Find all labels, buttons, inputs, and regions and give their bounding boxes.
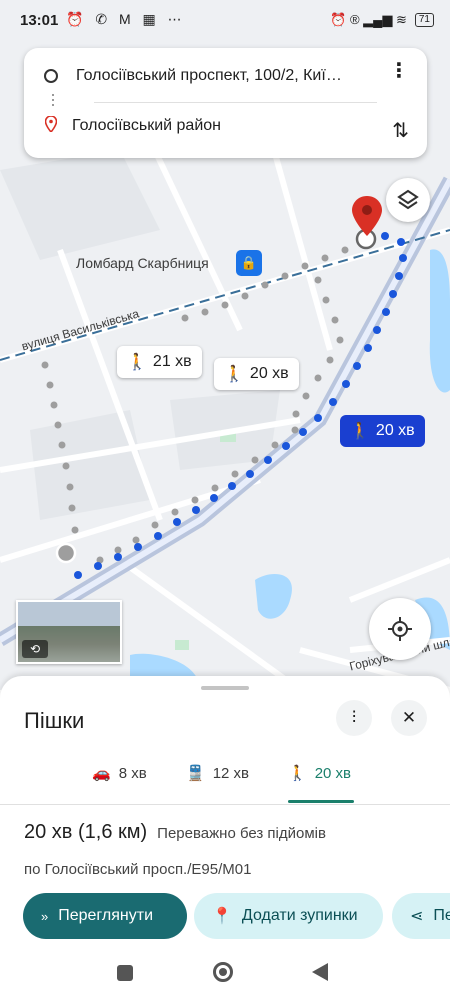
transit-icon: 🚆 bbox=[186, 765, 205, 782]
layers-icon bbox=[397, 189, 419, 210]
add-stops-label: Додати зупинки bbox=[241, 907, 358, 924]
status-time: 13:01 bbox=[20, 12, 59, 29]
route-duration: 20 хв (1,6 км) bbox=[24, 821, 148, 843]
origin-circle-icon bbox=[44, 69, 58, 83]
walk-icon: 🚶 bbox=[288, 765, 307, 782]
route-chip-time: 21 хв bbox=[152, 353, 192, 370]
notification-icons: ⏰ ✆ M ▦ ⋯ bbox=[66, 11, 186, 27]
add-stops-button[interactable]: 📍 Додати зупинки bbox=[194, 893, 383, 939]
origin-field[interactable]: Голосіївський проспект, 100/2, Киї… bbox=[44, 56, 407, 96]
field-divider bbox=[94, 102, 377, 103]
route-options-button[interactable]: ⫶ bbox=[336, 700, 372, 736]
route-chip-time: 20 хв bbox=[375, 422, 415, 439]
route-chip-selected[interactable]: 🚶 20 хв bbox=[340, 415, 425, 447]
street-view-icon: ⟲ bbox=[22, 640, 48, 658]
add-location-icon: 📍 bbox=[212, 908, 232, 925]
sliders-icon: ⫶ bbox=[351, 708, 357, 727]
route-chip-time: 20 хв bbox=[249, 365, 289, 382]
share-button[interactable]: ⋖ Пе bbox=[392, 893, 450, 939]
active-tab-indicator bbox=[288, 800, 354, 803]
tab-label: 8 хв bbox=[118, 764, 147, 782]
home-button[interactable] bbox=[213, 962, 233, 982]
drag-handle[interactable] bbox=[201, 686, 249, 690]
sheet-title: Пішки bbox=[24, 708, 85, 733]
destination-text: Голосіївський район bbox=[72, 117, 221, 134]
terrain-note: Переважно без підйомів bbox=[157, 825, 326, 842]
tab-driving[interactable]: 🚗 8 хв bbox=[92, 764, 147, 783]
poi-label[interactable]: Ломбард Скарбниця bbox=[76, 255, 209, 271]
recents-button[interactable] bbox=[117, 965, 133, 981]
route-summary: 20 хв (1,6 км) Переважно без підйомів bbox=[24, 821, 326, 844]
route-chip-alt-2[interactable]: 🚶 20 хв bbox=[214, 358, 299, 390]
walk-icon: 🚶 bbox=[127, 354, 147, 371]
double-chevron-icon: » bbox=[41, 908, 49, 924]
lock-poi-icon[interactable]: 🔒 bbox=[236, 250, 262, 276]
close-button[interactable]: ✕ bbox=[391, 700, 427, 736]
close-icon: ✕ bbox=[401, 708, 417, 727]
my-location-button[interactable] bbox=[369, 598, 431, 660]
battery-icon: 71 bbox=[414, 13, 434, 27]
back-button[interactable] bbox=[312, 963, 328, 981]
travel-mode-tabs: 🚗 8 хв 🚆 12 хв 🚶 20 хв bbox=[0, 756, 450, 805]
share-label: Пе bbox=[433, 907, 450, 924]
destination-field[interactable]: Голосіївський район bbox=[44, 106, 407, 146]
share-icon: ⋖ bbox=[410, 908, 424, 925]
more-options-icon[interactable]: ⋮ bbox=[389, 61, 409, 81]
tab-label: 12 хв bbox=[212, 764, 250, 782]
walk-icon: 🚶 bbox=[224, 366, 244, 383]
origin-text: Голосіївський проспект, 100/2, Киї… bbox=[76, 67, 342, 84]
status-bar: 13:01 ⏰ ✆ M ▦ ⋯ ⏰ ® ▂▄▆ ≋ 71 bbox=[0, 0, 450, 44]
route-via: по Голосіївський просп./E95/M01 bbox=[24, 861, 252, 878]
crosshair-icon bbox=[388, 617, 412, 641]
tab-label: 20 хв bbox=[314, 764, 352, 782]
destination-pin-icon bbox=[44, 114, 58, 137]
layers-button[interactable] bbox=[386, 178, 430, 222]
signal-wifi-icons: ⏰ ® ▂▄▆ ≋ bbox=[330, 12, 407, 27]
route-chip-alt-1[interactable]: 🚶 21 хв bbox=[117, 346, 202, 378]
system-icons: ⏰ ® ▂▄▆ ≋ 71 bbox=[330, 12, 434, 28]
walk-icon: 🚶 bbox=[350, 423, 370, 440]
street-view-thumbnail[interactable]: ⟲ bbox=[16, 600, 122, 664]
preview-button-label: Переглянути bbox=[58, 907, 154, 924]
swap-directions-icon[interactable]: ⇅ bbox=[392, 118, 409, 143]
tab-walking[interactable]: 🚶 20 хв bbox=[288, 764, 352, 783]
tab-transit[interactable]: 🚆 12 хв bbox=[186, 764, 250, 783]
preview-button[interactable]: » Переглянути bbox=[23, 893, 187, 939]
directions-search-card: Голосіївський проспект, 100/2, Киї… Голо… bbox=[24, 48, 427, 158]
destination-pin-icon bbox=[350, 196, 384, 236]
car-icon: 🚗 bbox=[92, 765, 111, 782]
system-nav-bar bbox=[0, 950, 450, 1000]
